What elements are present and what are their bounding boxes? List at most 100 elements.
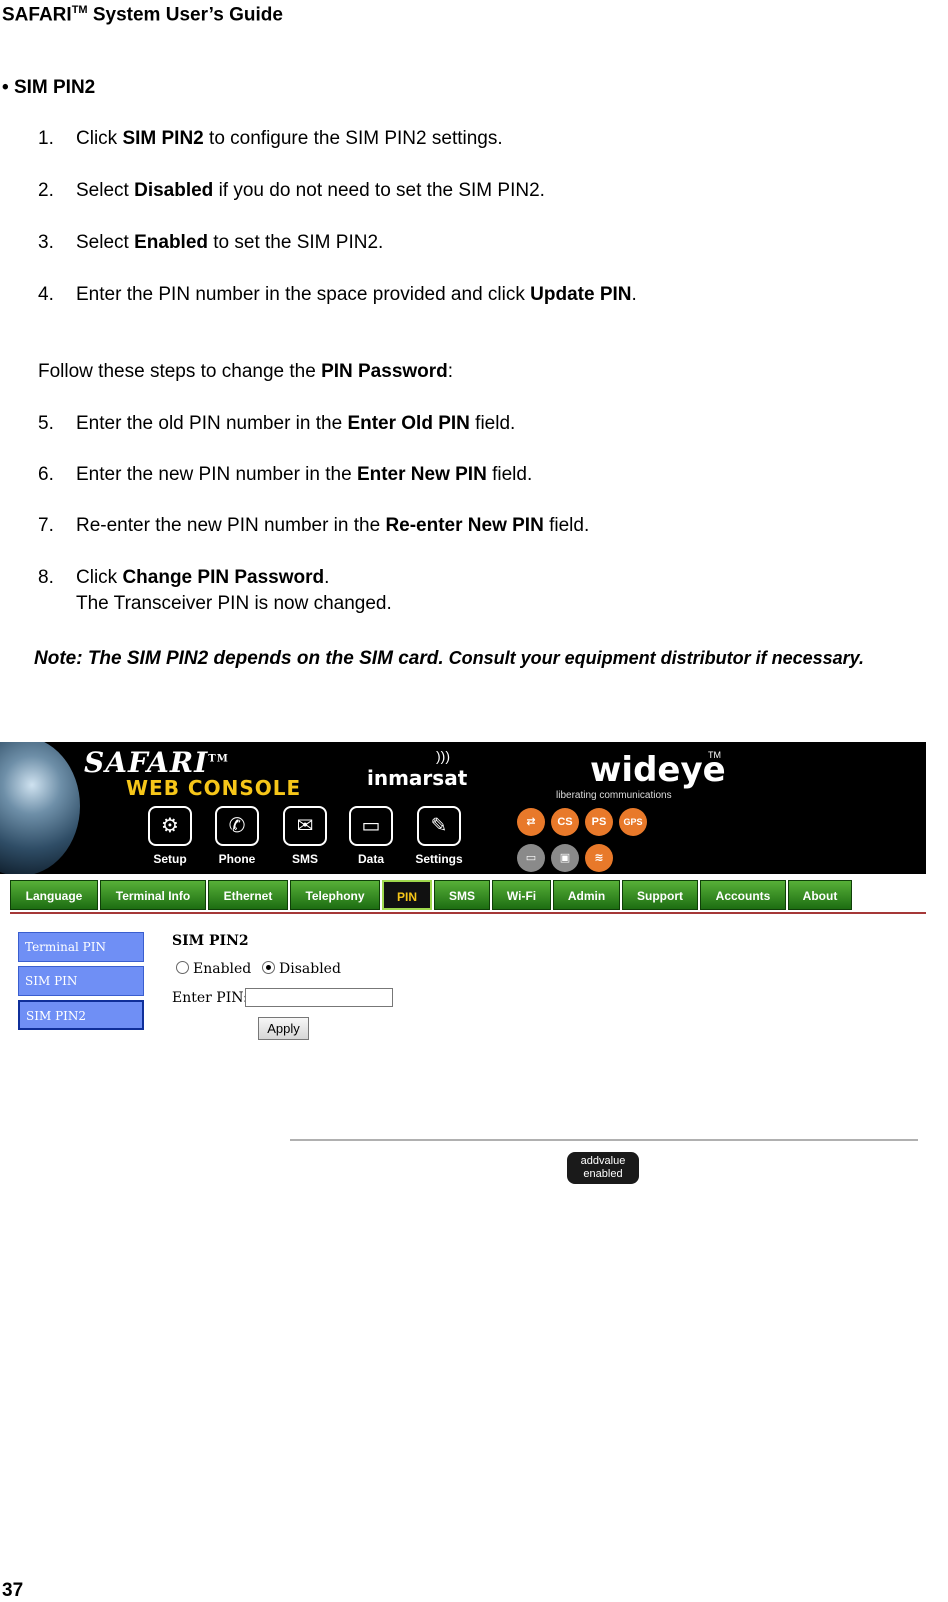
nav-label: Phone: [218, 852, 256, 866]
step-bold: Change PIN Password: [122, 567, 325, 588]
step-6: 6. Enter the new PIN number in the Enter …: [38, 464, 532, 486]
apply-button[interactable]: Apply: [258, 1017, 309, 1040]
globe-image: [0, 742, 80, 874]
cs-status-icon: CS: [551, 808, 579, 836]
console-banner: SAFARITM WEB CONSOLE ))) inmarsat wideye…: [0, 742, 926, 874]
wideye-tagline: liberating communications: [556, 790, 672, 801]
sms-envelope-icon: ✉: [283, 806, 327, 846]
tab-admin[interactable]: Admin: [553, 880, 620, 910]
tab-wifi[interactable]: Wi-Fi: [492, 880, 551, 910]
wideye-tm: TM: [708, 750, 721, 760]
nav-settings[interactable]: ✎ Settings: [411, 806, 467, 866]
footer-divider: [290, 1139, 918, 1141]
step-text: to configure the SIM PIN2 settings.: [203, 128, 503, 149]
inmarsat-signal-icon: ))): [436, 748, 450, 764]
nav-data[interactable]: ▭ Data: [343, 806, 399, 866]
document-header: SAFARITM System User’s Guide: [2, 4, 283, 26]
radio-enabled[interactable]: Enabled: [176, 961, 251, 977]
step-text: to set the SIM PIN2.: [208, 232, 384, 253]
step-1: 1. Click SIM PIN2 to configure the SIM PI…: [38, 128, 503, 150]
computer-status-icon: ▭: [517, 844, 545, 872]
step-text: field.: [543, 515, 590, 536]
side-menu-terminal-pin[interactable]: Terminal PIN: [18, 932, 144, 962]
step-8-result: The Transceiver PIN is now changed.: [76, 593, 392, 614]
radio-label: Enabled: [193, 961, 252, 977]
step-8: 8. Click Change PIN Password.: [38, 567, 329, 589]
header-subtitle: System User’s Guide: [92, 4, 283, 26]
addvalue-enabled-logo: addvalue enabled: [567, 1152, 639, 1184]
radio-disabled[interactable]: Disabled: [262, 961, 341, 977]
nav-setup[interactable]: ⚙ Setup: [142, 806, 198, 866]
side-menu-sim-pin[interactable]: SIM PIN: [18, 966, 144, 996]
section-bullet: •: [2, 77, 9, 98]
step-text: Enter the old PIN number in the: [76, 413, 348, 434]
step-text: if you do not need to set the SIM PIN2.: [213, 180, 545, 201]
step-bold: SIM PIN2: [122, 128, 204, 149]
step-number: 4.: [38, 284, 54, 305]
step-text: Re-enter the new PIN number in the: [76, 515, 386, 536]
badge-line1: addvalue: [580, 1155, 626, 1167]
nav-label: Setup: [153, 852, 187, 866]
nav-phone[interactable]: ✆ Phone: [209, 806, 265, 866]
side-menu-sim-pin2[interactable]: SIM PIN2: [18, 1000, 144, 1030]
step-text: Click: [76, 128, 123, 149]
step-bold: Re-enter New PIN: [385, 515, 544, 536]
ps-status-icon: PS: [585, 808, 613, 836]
header-title: SAFARI: [2, 4, 72, 26]
step-number: 5.: [38, 413, 54, 434]
step-number: 1.: [38, 128, 54, 149]
tab-about[interactable]: About: [788, 880, 852, 910]
step-2: 2. Select Disabled if you do not need to …: [38, 180, 545, 202]
step-3: 3. Select Enabled to set the SIM PIN2.: [38, 232, 383, 254]
tab-ethernet[interactable]: Ethernet: [208, 880, 288, 910]
section-title-text: SIM PIN2: [13, 77, 96, 98]
tab-language[interactable]: Language: [10, 880, 98, 910]
step-text: Select: [76, 180, 135, 201]
web-console-logo: WEB CONSOLE: [126, 776, 302, 800]
tab-terminal-info[interactable]: Terminal Info: [100, 880, 206, 910]
data-computer-icon: ▭: [349, 806, 393, 846]
step-number: 3.: [38, 232, 54, 253]
step-text: .: [324, 567, 330, 588]
radio-button[interactable]: [176, 961, 189, 974]
safari-logo: SAFARITM: [84, 746, 229, 779]
note-paragraph: Note: The SIM PIN2 depends on the SIM ca…: [34, 646, 930, 671]
gps-status-icon: GPS: [619, 808, 647, 836]
step-text: Enter the new PIN number in the: [76, 464, 357, 485]
step-number: 6.: [38, 464, 54, 485]
nav-label: SMS: [291, 852, 318, 866]
section-title: • SIM PIN2: [2, 77, 95, 99]
step-bold: Enter New PIN: [356, 464, 487, 485]
inmarsat-logo: inmarsat: [367, 766, 468, 790]
step-7: 7. Re-enter the new PIN number in the Re-…: [38, 515, 589, 537]
tab-sms[interactable]: SMS: [434, 880, 490, 910]
step-text: field.: [469, 413, 516, 434]
step-number: 8.: [38, 567, 54, 588]
intro-text: Follow these steps to change the: [38, 361, 322, 382]
connection-status-icon: ⇄: [517, 808, 545, 836]
tab-support[interactable]: Support: [622, 880, 698, 910]
tab-pin[interactable]: PIN: [382, 880, 432, 910]
radio-button[interactable]: [262, 961, 275, 974]
nav-label: Settings: [415, 852, 463, 866]
header-trademark: TM: [71, 4, 88, 16]
note-rest: Consult your equipment distributor if ne…: [443, 648, 865, 668]
safari-logo-text: SAFARI: [84, 746, 209, 779]
step-number: 2.: [38, 180, 54, 201]
wideye-logo: wideye: [590, 750, 726, 790]
note-lead: Note: The SIM PIN2 depends on the SIM ca…: [34, 648, 444, 669]
step-bold: Enter Old PIN: [347, 413, 470, 434]
safari-logo-tm: TM: [208, 753, 229, 765]
setup-icon: ⚙: [148, 806, 192, 846]
step-bold: Enabled: [134, 232, 208, 253]
badge-line2: enabled: [583, 1168, 623, 1180]
tab-telephony[interactable]: Telephony: [290, 880, 380, 910]
tab-accounts[interactable]: Accounts: [700, 880, 786, 910]
lock-status-icon: ▣: [551, 844, 579, 872]
step-number: 7.: [38, 515, 54, 536]
wifi-status-icon: ≋: [585, 844, 613, 872]
nav-sms[interactable]: ✉ SMS: [277, 806, 333, 866]
step-4: 4. Enter the PIN number in the space prov…: [38, 284, 637, 306]
pin-input[interactable]: [245, 988, 393, 1007]
step-text: field.: [486, 464, 533, 485]
